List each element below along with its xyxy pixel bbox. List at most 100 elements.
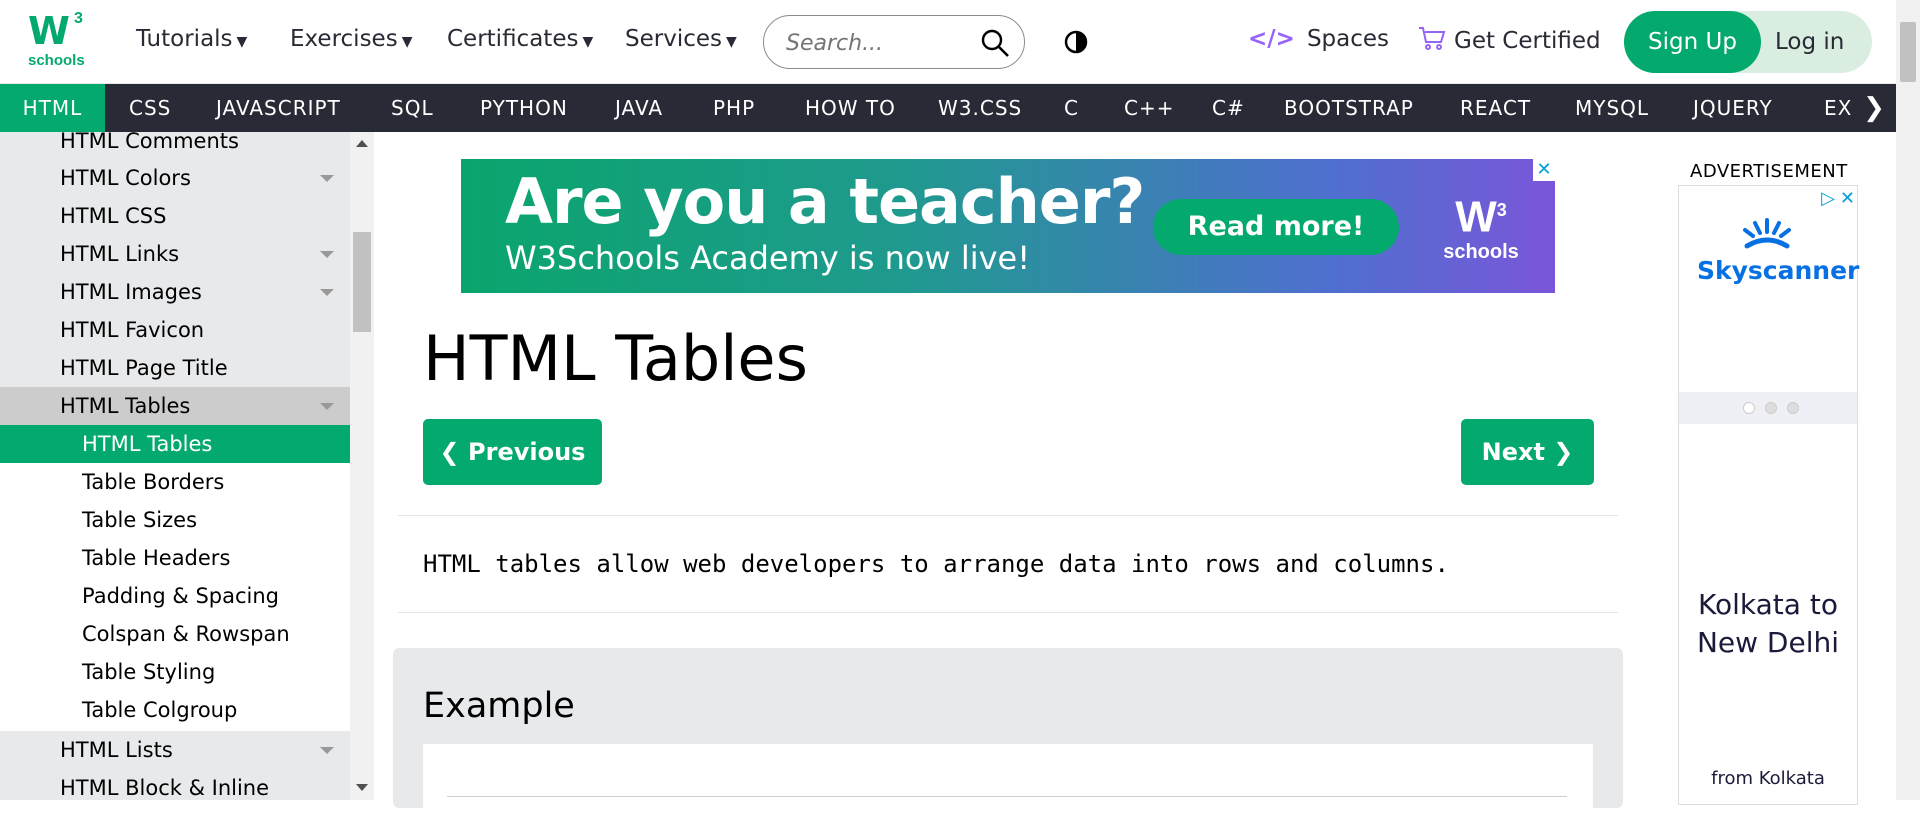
sidebar-subitem-table-colgroup[interactable]: Table Colgroup <box>0 691 350 731</box>
ad-read-more-button[interactable]: Read more! <box>1153 199 1399 255</box>
sidebar-item-tables[interactable]: HTML Tables <box>0 387 350 425</box>
spaces-label: Spaces <box>1306 26 1390 52</box>
ad-headline: Are you a teacher? <box>505 165 1145 238</box>
sidebar-item-comments[interactable]: HTML Comments <box>0 132 350 160</box>
page-scroll-thumb[interactable] <box>1900 22 1916 82</box>
topnav-python[interactable]: PYTHON <box>480 84 568 132</box>
sidebar-subitem-table-headers[interactable]: Table Headers <box>0 539 350 577</box>
close-icon[interactable]: ✕ <box>1533 159 1555 181</box>
top-header: W 3 schools Tutorials ▼ Exercises ▼ Certif… <box>0 0 1920 84</box>
carousel-dot[interactable] <box>1743 402 1755 414</box>
topnav-sql[interactable]: SQL <box>391 84 434 132</box>
auth-group: Sign Up Log in <box>1624 11 1872 73</box>
caret-down-icon: ▼ <box>236 34 248 50</box>
sidebar-item-favicon[interactable]: HTML Favicon <box>0 311 350 349</box>
topnav-java[interactable]: JAVA <box>615 84 663 132</box>
w3schools-logo[interactable]: W 3 schools <box>24 9 88 72</box>
search-box <box>763 15 1025 69</box>
topnav-w3css[interactable]: W3.CSS <box>938 84 1022 132</box>
topnav-howto[interactable]: HOW TO <box>805 84 896 132</box>
scroll-down-icon[interactable] <box>356 784 368 791</box>
caret-down-icon: ▼ <box>582 34 594 50</box>
page-scrollbar[interactable] <box>1896 0 1920 800</box>
carousel-dot[interactable] <box>1787 402 1799 414</box>
get-certified-label: Get Certified <box>1454 28 1601 54</box>
sidebar-item-label: Padding & Spacing <box>82 584 279 608</box>
teacher-ad-banner[interactable]: Are you a teacher? W3Schools Academy is … <box>461 159 1555 293</box>
ad-route-text: Kolkata to New Delhi <box>1696 588 1840 659</box>
topnav-ex[interactable]: EX <box>1824 84 1852 132</box>
topnav-react[interactable]: REACT <box>1460 84 1531 132</box>
topnav-html[interactable]: HTML <box>0 84 105 132</box>
sidebar-item-label: HTML Page Title <box>60 356 228 380</box>
dropdown-arrow-icon <box>320 175 334 182</box>
sidebar-item-label: Table Colgroup <box>82 698 238 722</box>
scroll-up-icon[interactable] <box>356 140 368 147</box>
sidebar-item-label: HTML Colors <box>60 166 191 190</box>
sidebar-item-label: HTML Block & Inline <box>60 776 270 800</box>
carousel-dot[interactable] <box>1765 402 1777 414</box>
sidebar-scrollbar[interactable] <box>350 132 374 800</box>
skyscanner-ad[interactable]: ▷ ✕ Skyscanner Kolkata to New Delhi from… <box>1678 185 1859 805</box>
sidebar-item-label: HTML CSS <box>60 204 167 228</box>
sidebar-item-colors[interactable]: HTML Colors <box>0 159 350 197</box>
sidebar-item-images[interactable]: HTML Images <box>0 273 350 311</box>
sidebar-subitem-padding-spacing[interactable]: Padding & Spacing <box>0 577 350 615</box>
example-code-area <box>423 744 1593 824</box>
advertisement-label: ADVERTISEMENT <box>1690 161 1848 182</box>
sign-up-button[interactable]: Sign Up <box>1624 11 1761 73</box>
sidebar-item-label: Colspan & Rowspan <box>82 622 290 646</box>
sidebar-item-label: HTML Tables <box>60 394 191 418</box>
topnav-css[interactable]: CSS <box>129 84 171 132</box>
chevron-right-icon[interactable]: ❯ <box>1852 84 1896 132</box>
skyscanner-sun-icon <box>1743 218 1791 249</box>
topnav-csharp[interactable]: C# <box>1212 84 1245 132</box>
sidebar-item-links[interactable]: HTML Links <box>0 235 350 273</box>
topnav-bootstrap[interactable]: BOOTSTRAP <box>1284 84 1414 132</box>
topnav-mysql[interactable]: MYSQL <box>1575 84 1649 132</box>
adchoices-close-icon[interactable]: ▷ ✕ <box>1821 188 1855 209</box>
sidebar-item-label: HTML Images <box>60 280 202 304</box>
sidebar-item-label: Table Headers <box>82 546 231 570</box>
sidebar-item-block-inline[interactable]: HTML Block & Inline <box>0 769 350 800</box>
sidebar-subitem-colspan-rowspan[interactable]: Colspan & Rowspan <box>0 615 350 653</box>
contrast-toggle-icon[interactable] <box>1064 30 1088 54</box>
sidebar-scroll-thumb[interactable] <box>353 232 371 332</box>
sidebar-item-css[interactable]: HTML CSS <box>0 197 350 235</box>
get-certified-link[interactable]: Get Certified <box>1418 26 1601 54</box>
sidebar-item-label: HTML Favicon <box>60 318 205 342</box>
sidebar-item-lists[interactable]: HTML Lists <box>0 731 350 769</box>
nav-exercises-label: Exercises <box>290 26 398 52</box>
intro-text: HTML tables allow web developers to arra… <box>423 550 1449 578</box>
nav-services[interactable]: Services ▼ <box>625 26 737 52</box>
subject-nav: HTML CSS JAVASCRIPT SQL PYTHON JAVA PHP … <box>0 84 1896 132</box>
log-in-button[interactable]: Log in <box>1775 11 1865 73</box>
sidebar-item-page-title[interactable]: HTML Page Title <box>0 349 350 387</box>
previous-button[interactable]: ❮ Previous <box>423 419 602 485</box>
topnav-jquery[interactable]: JQUERY <box>1693 84 1773 132</box>
topnav-c[interactable]: C <box>1064 84 1079 132</box>
sidebar-subitem-table-sizes[interactable]: Table Sizes <box>0 501 350 539</box>
sidebar-item-label: HTML Tables <box>82 432 213 456</box>
caret-down-icon: ▼ <box>401 34 413 50</box>
spaces-link[interactable]: </> Spaces <box>1248 26 1389 52</box>
dropdown-arrow-icon <box>320 289 334 296</box>
carousel-dots <box>1679 392 1857 424</box>
logo-main: W <box>28 9 70 53</box>
sidebar-subitem-html-tables[interactable]: HTML Tables <box>0 425 350 463</box>
table-border-line <box>447 796 1567 797</box>
sidebar-subitem-table-borders[interactable]: Table Borders <box>0 463 350 501</box>
divider <box>398 612 1618 613</box>
dropdown-arrow-icon <box>320 403 334 410</box>
nav-tutorials[interactable]: Tutorials ▼ <box>136 26 247 52</box>
next-button[interactable]: Next ❯ <box>1461 419 1594 485</box>
cart-icon <box>1419 27 1446 50</box>
topnav-javascript[interactable]: JAVASCRIPT <box>216 84 341 132</box>
search-icon[interactable] <box>980 28 1010 58</box>
nav-certificates[interactable]: Certificates ▼ <box>447 26 593 52</box>
topnav-cpp[interactable]: C++ <box>1124 84 1174 132</box>
nav-exercises[interactable]: Exercises ▼ <box>290 26 412 52</box>
sidebar-subitem-table-styling[interactable]: Table Styling <box>0 653 350 691</box>
topnav-php[interactable]: PHP <box>713 84 755 132</box>
search-input[interactable] <box>786 28 976 58</box>
